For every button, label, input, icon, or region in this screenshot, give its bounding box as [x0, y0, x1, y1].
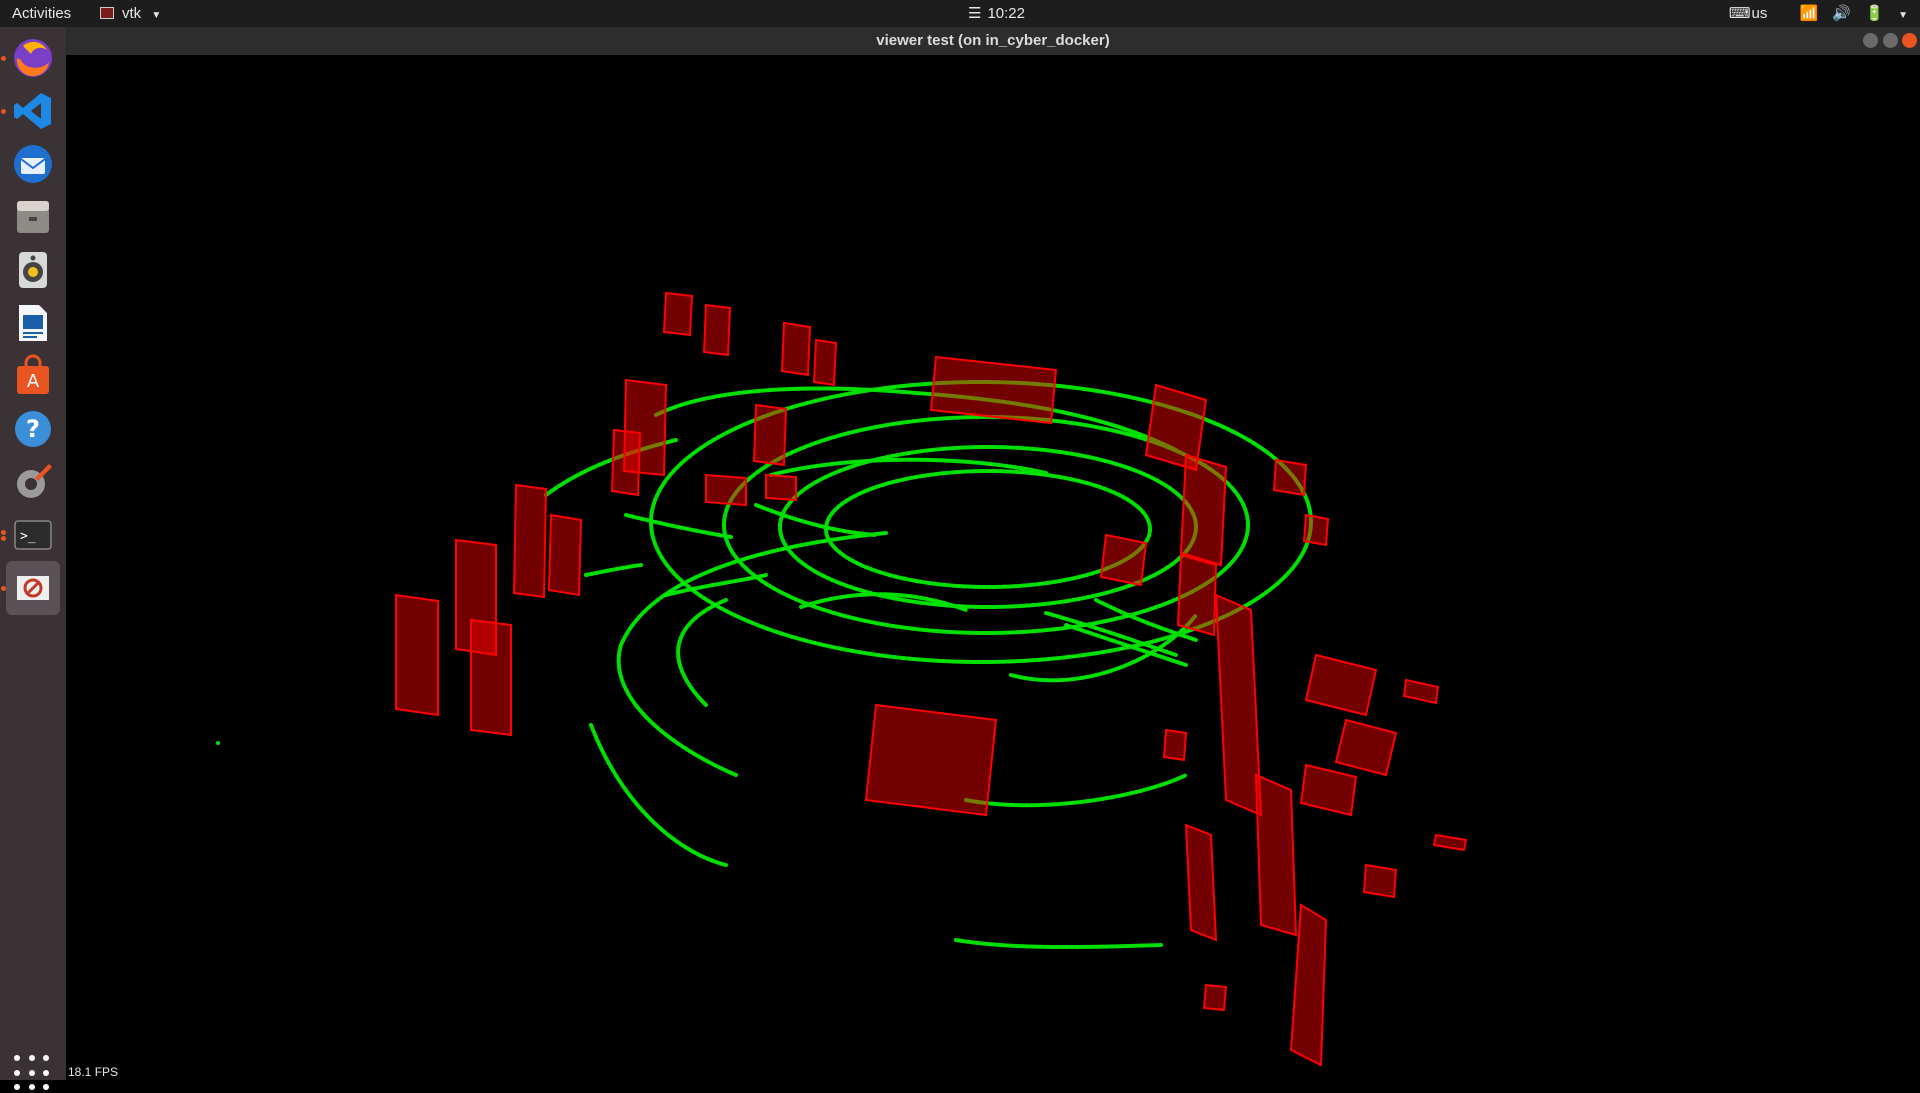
chevron-down-icon: ▼ [1898, 10, 1908, 21]
maximize-button[interactable] [1883, 33, 1898, 48]
files-launcher[interactable] [6, 190, 60, 244]
help-icon: ? [15, 411, 51, 447]
keyboard-layout: us [1751, 5, 1768, 22]
vscode-icon [14, 93, 51, 129]
show-applications-button[interactable] [14, 1055, 52, 1093]
svg-text:?: ? [26, 415, 40, 443]
writer-launcher[interactable] [6, 296, 60, 350]
files-icon [17, 201, 49, 233]
svg-text:>_: >_ [20, 529, 36, 544]
app-menu[interactable]: vtk ▼ [100, 0, 161, 27]
running-indicator [1, 530, 6, 535]
terminal-icon: >_ [14, 520, 52, 550]
wifi-icon: 📶 [1799, 5, 1819, 22]
minimize-button[interactable] [1863, 33, 1878, 48]
point-cloud-scene [216, 291, 1468, 1067]
svg-text:A: A [27, 371, 40, 392]
firefox-icon [14, 39, 52, 77]
terminal-launcher[interactable]: >_ [6, 508, 60, 562]
close-button[interactable] [1902, 33, 1917, 48]
vtk-window-launcher[interactable] [6, 561, 60, 615]
software-launcher[interactable]: A [6, 349, 60, 403]
vscode-launcher[interactable] [6, 84, 60, 138]
app-menu-label: vtk [122, 5, 142, 22]
obstacle-boxes [395, 291, 1468, 1067]
window-title: viewer test (on in_cyber_docker) [876, 32, 1110, 49]
settings-launcher[interactable] [6, 455, 60, 509]
help-launcher[interactable]: ? [6, 402, 60, 456]
fps-counter: 18.1 FPS [68, 1065, 119, 1079]
keyboard-icon: ⌨ [1728, 5, 1751, 22]
gear-icon [17, 464, 52, 498]
rhythmbox-launcher[interactable] [6, 243, 60, 297]
firefox-launcher[interactable] [6, 31, 60, 85]
top-bar: Activities vtk ▼ ☰ 10:22 ⌨us 📶 🔊 🔋 ▼ [0, 0, 1920, 27]
notification-icon: ☰ [968, 5, 982, 22]
thunderbird-launcher[interactable] [6, 137, 60, 191]
running-indicator [1, 536, 6, 541]
speaker-icon [19, 252, 47, 288]
thunderbird-icon [14, 145, 52, 183]
running-indicator [1, 109, 6, 114]
running-indicator [1, 586, 6, 591]
battery-icon: 🔋 [1865, 5, 1884, 22]
system-tray[interactable]: ⌨us 📶 🔊 🔋 ▼ [1719, 0, 1908, 27]
activities-button[interactable]: Activities [12, 0, 71, 27]
app-window-icon [100, 7, 114, 19]
shopping-bag-icon: A [17, 354, 49, 394]
document-icon [19, 305, 47, 341]
clock-time: 10:22 [987, 5, 1025, 22]
window-titlebar[interactable]: viewer test (on in_cyber_docker) [66, 27, 1920, 55]
vtk-window-icon [17, 576, 49, 600]
clock[interactable]: ☰ 10:22 [968, 0, 1025, 27]
lidar-ground-points [216, 741, 220, 745]
volume-icon: 🔊 [1832, 5, 1852, 22]
running-indicator [1, 56, 6, 61]
vtk-render-viewport[interactable]: 18.1 FPS [66, 55, 1920, 1080]
dock: A ? >_ [0, 27, 66, 1091]
chevron-down-icon: ▼ [151, 10, 162, 21]
